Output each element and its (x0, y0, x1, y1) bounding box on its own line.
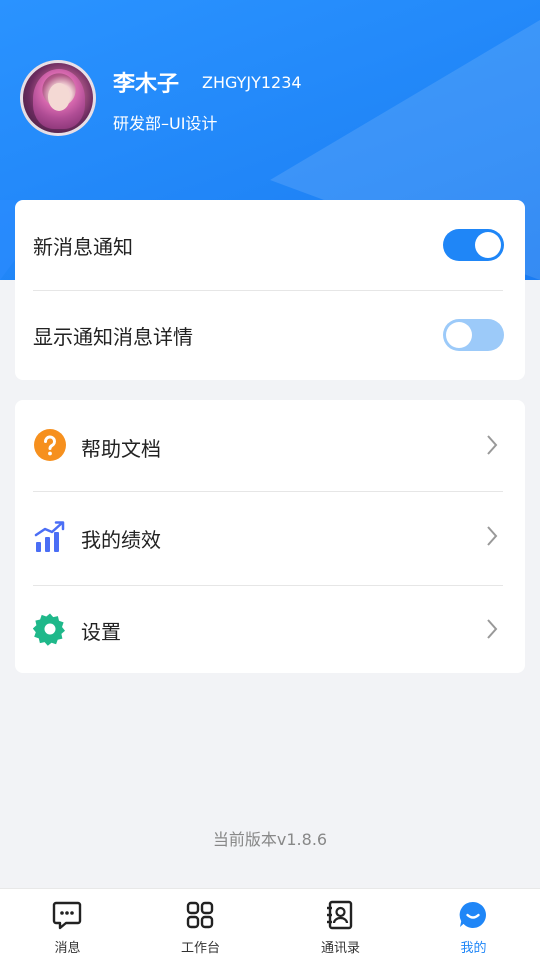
new-message-notification-row: 新消息通知 (15, 200, 525, 290)
tab-messages[interactable]: 消息 (0, 889, 135, 961)
chevron-right-icon (487, 619, 498, 639)
app-version: 当前版本v1.8.6 (212, 830, 328, 849)
menu-item-help-label: 帮助文档 (81, 437, 161, 461)
performance-chart-icon (34, 521, 65, 552)
tab-contacts[interactable]: 通讯录 (273, 889, 408, 961)
menu-item-performance-label: 我的绩效 (81, 528, 161, 552)
menu-item-settings-label: 设置 (81, 620, 121, 644)
toggle-knob (475, 232, 501, 258)
menu-item-performance[interactable]: 我的绩效 (15, 492, 525, 585)
toggle-knob (446, 322, 472, 348)
show-notification-details-label: 显示通知消息详情 (33, 325, 193, 349)
workbench-icon (186, 901, 214, 929)
tab-workbench[interactable]: 工作台 (133, 889, 268, 961)
tab-messages-label: 消息 (54, 941, 81, 956)
tab-mine-label: 我的 (460, 941, 487, 956)
help-icon (34, 429, 66, 461)
bottom-tab-bar: 消息 工作台 通讯录 我的 (0, 888, 540, 961)
menu-card: 帮助文档 我的绩效 设置 (15, 400, 525, 673)
tab-workbench-label: 工作台 (180, 941, 220, 956)
profile-id: ZHGYJY1234 (202, 73, 302, 92)
chevron-right-icon (487, 435, 498, 455)
new-message-notification-label: 新消息通知 (33, 235, 133, 259)
avatar[interactable] (20, 60, 96, 136)
notification-settings-card: 新消息通知 显示通知消息详情 (15, 200, 525, 380)
profile-name: 李木子 (113, 72, 180, 97)
contacts-icon (327, 900, 353, 930)
chevron-right-icon (487, 526, 498, 546)
menu-item-help[interactable]: 帮助文档 (15, 400, 525, 491)
show-notification-details-toggle[interactable] (443, 319, 504, 351)
avatar-face (48, 83, 70, 111)
show-notification-details-row: 显示通知消息详情 (15, 291, 525, 380)
tab-contacts-label: 通讯录 (320, 941, 360, 956)
profile-icon (459, 901, 486, 928)
menu-item-settings[interactable]: 设置 (15, 586, 525, 673)
new-message-notification-toggle[interactable] (443, 229, 504, 261)
settings-gear-icon (33, 613, 65, 646)
tab-mine[interactable]: 我的 (406, 889, 540, 961)
profile-department: 研发部–UI设计 (113, 114, 218, 133)
message-icon (52, 901, 82, 930)
